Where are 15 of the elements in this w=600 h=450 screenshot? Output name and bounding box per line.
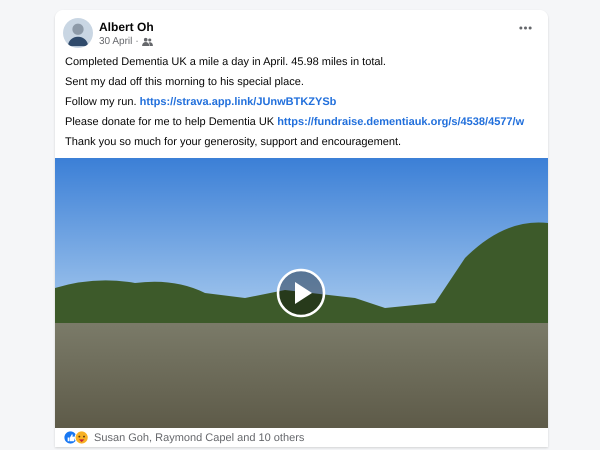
post-text: Completed Dementia UK a mile a day in April. 45.98 miles in total. xyxy=(65,55,387,70)
post-text: Thank you so much for your generosity, support and encouragement. xyxy=(65,135,402,150)
play-button[interactable] xyxy=(276,268,326,318)
author-name[interactable]: Albert Oh xyxy=(99,20,515,34)
link[interactable]: https://strava.app.link/JUnwBTKZYSb xyxy=(140,96,336,108)
friends-icon xyxy=(142,36,153,46)
separator: · xyxy=(135,36,139,46)
post-text: Please donate for me to help Dementia UK https://fundraise.dementiauk.org/s/4538/4577/w xyxy=(65,115,526,130)
link[interactable]: https://fundraise.dementiauk.org/s/4538/4577/w xyxy=(277,116,524,128)
reaction-names[interactable]: Susan Goh, Raymond Capel and 10 others xyxy=(94,432,304,444)
post-text: Follow my run. https://strava.app.link/JUnwBTKZYSb xyxy=(65,95,338,110)
post-date[interactable]: 30 April xyxy=(99,36,132,46)
post-text: Sent my dad off this morning to his special place. xyxy=(65,75,305,90)
reaction-icons[interactable] xyxy=(63,430,91,445)
avatar[interactable] xyxy=(63,18,93,48)
